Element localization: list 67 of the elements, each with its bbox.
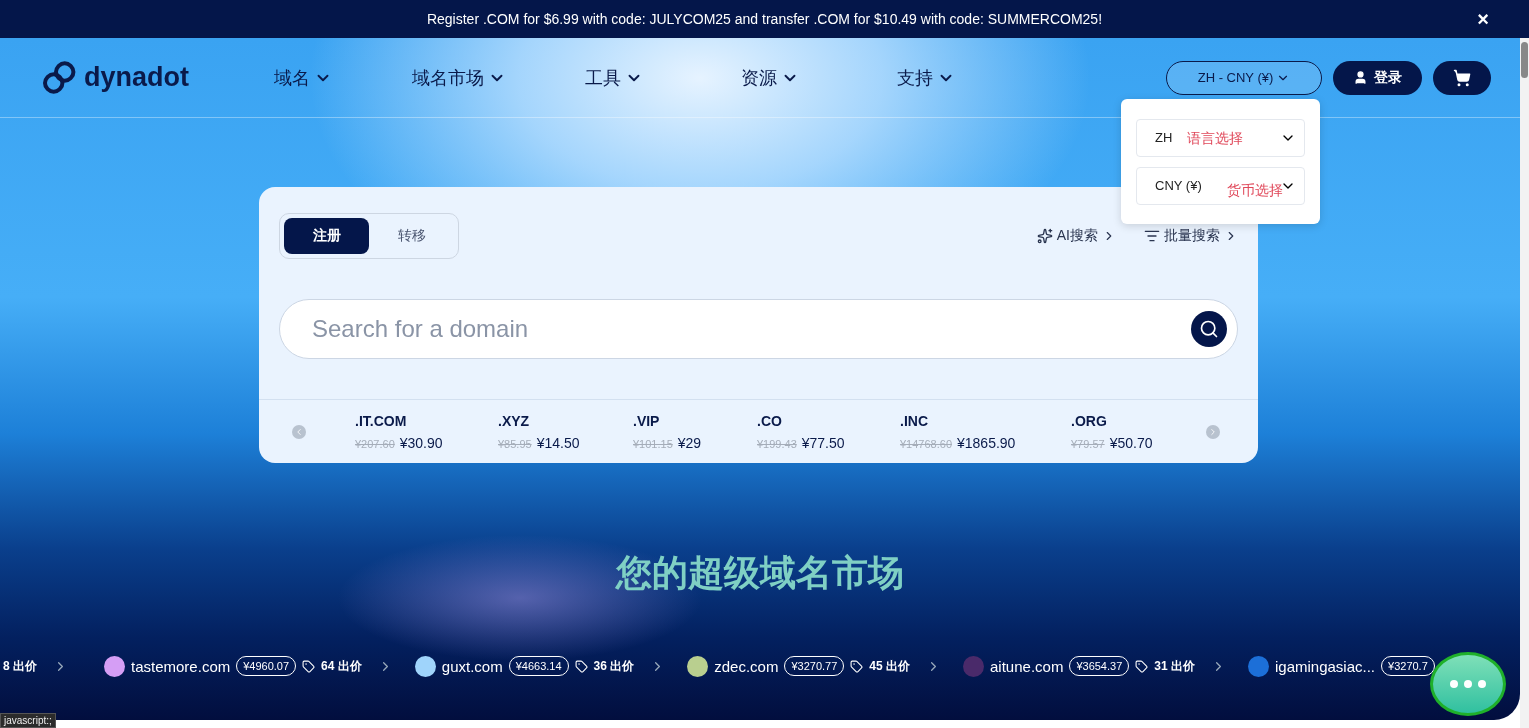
annotation-label: 语言选择 — [1187, 129, 1243, 148]
logo-icon — [42, 60, 76, 95]
tab[interactable]: 注册 — [284, 218, 369, 254]
tag-icon — [1135, 659, 1149, 673]
search-bar[interactable]: Search for a domain — [279, 299, 1238, 359]
dot-icon — [1478, 680, 1486, 688]
old-price: ¥199.43 — [757, 437, 797, 450]
domain-link[interactable]: igamingasiac... — [1274, 657, 1376, 675]
nav-menu-item[interactable]: 资源 — [741, 65, 897, 90]
locale-button[interactable]: ZH - CNY (¥) — [1166, 60, 1322, 95]
chevron-left-icon — [294, 426, 304, 437]
price: ¥77.50 — [801, 434, 845, 451]
domain-link[interactable]: aitune.com — [990, 657, 1064, 675]
price: ¥29 — [677, 434, 702, 451]
tld-name: .XYZ — [498, 412, 531, 429]
login-button[interactable]: 登录 — [1333, 60, 1422, 95]
domain-link[interactable]: zdec.com — [714, 657, 779, 675]
language-select[interactable]: ZH 语言选择 — [1136, 118, 1305, 157]
promo-text: Register .COM for $6.99 with code: JULYCOM25 and transfer .COM for $10.49 with code: SUMMERCOM25! — [426, 11, 1103, 27]
tld-name: .IT.COM — [355, 412, 408, 429]
tld-name: .ORG — [1071, 412, 1108, 429]
offer-count: 45 出价 — [869, 657, 910, 675]
price: ¥50.70 — [1109, 434, 1153, 451]
price: ¥14.50 — [536, 434, 580, 451]
nav-menu-item[interactable]: 域名市场 — [412, 65, 585, 90]
dot-icon — [1464, 680, 1472, 688]
sparkle-search-icon — [1036, 228, 1053, 244]
dot-icon — [1450, 680, 1458, 688]
domain-link[interactable]: guxt.com — [441, 657, 503, 675]
nav-menu-item[interactable]: 域名 — [274, 65, 412, 90]
search-button[interactable] — [1191, 311, 1227, 347]
old-price: ¥207.60 — [355, 437, 395, 450]
offer-count: 8 出价 — [3, 657, 37, 675]
ai-search-link[interactable]: AI搜索 — [1036, 227, 1116, 245]
old-price: ¥14768.60 — [900, 437, 952, 450]
nav-menu-item[interactable]: 工具 — [585, 65, 741, 90]
old-price: ¥101.15 — [633, 437, 673, 450]
tag-icon — [574, 659, 588, 673]
nav-menu-item[interactable]: 支持 — [897, 65, 1017, 90]
offer-count: 64 出价 — [321, 657, 362, 675]
user-icon — [1353, 70, 1368, 85]
old-price: ¥85.95 — [498, 437, 532, 450]
offer-count: 31 出价 — [1154, 657, 1195, 675]
search-icon — [1199, 319, 1219, 339]
chevron-right-icon — [1208, 426, 1218, 437]
price: ¥1865.90 — [957, 434, 1016, 451]
tld-name: .CO — [757, 412, 783, 429]
logo-text: dynadot — [84, 62, 189, 93]
tab[interactable]: 转移 — [369, 218, 454, 254]
cart-icon — [1453, 68, 1471, 87]
tld-name: .VIP — [633, 412, 661, 429]
old-price: ¥79.57 — [1071, 437, 1105, 450]
price: ¥30.90 — [399, 434, 443, 451]
status-text: javascript:; — [0, 713, 56, 728]
bulk-search-link[interactable]: 批量搜索 — [1144, 227, 1238, 245]
tag-icon — [850, 659, 864, 673]
offer-count: 36 出价 — [593, 657, 635, 675]
annotation-label: 货币选择 — [1227, 181, 1283, 200]
tag-icon — [302, 659, 316, 673]
cart-button[interactable] — [1433, 60, 1491, 95]
domain-link[interactable]: tastemore.com — [131, 657, 231, 675]
tld-name: .INC — [900, 412, 929, 429]
currency-select[interactable]: CNY (¥) 货币选择 — [1136, 166, 1305, 205]
headline: 您的超级域名市场 — [614, 551, 905, 595]
search-field[interactable]: Search for a domain — [310, 314, 1191, 344]
close-button[interactable]: × — [1473, 9, 1493, 29]
list-search-icon — [1144, 228, 1160, 244]
